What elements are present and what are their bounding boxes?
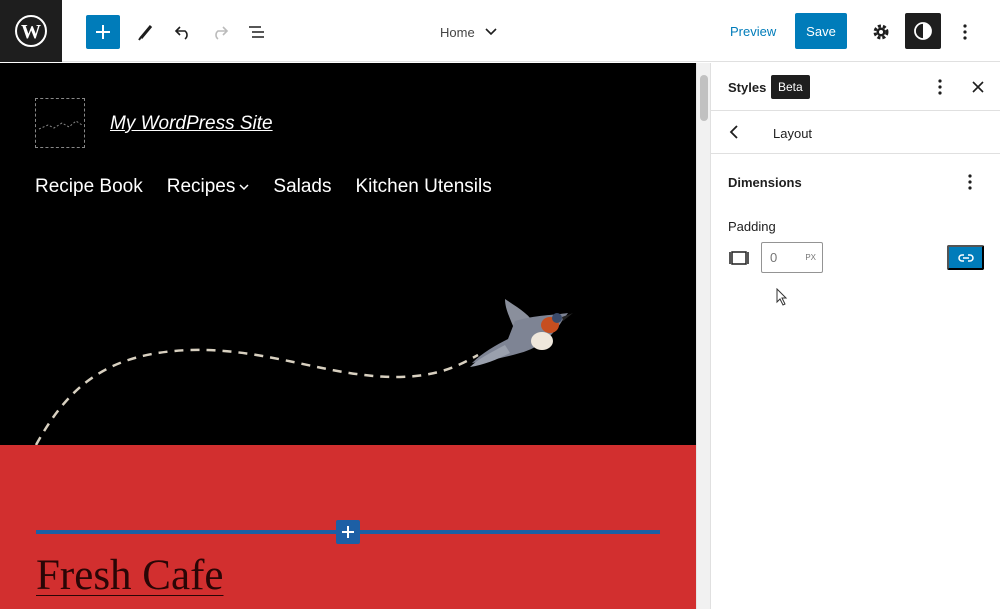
padding-input[interactable]: PX [761, 242, 823, 273]
bird-flight-illustration [34, 299, 573, 445]
content-section-block[interactable]: Fresh Cafe [0, 445, 696, 609]
editor-toolbar: W Home Preview Save [0, 0, 1000, 62]
dimensions-options-button[interactable] [958, 170, 982, 194]
mouse-cursor-icon [776, 288, 788, 306]
link-sides-button[interactable] [947, 245, 984, 270]
padding-sides-icon [729, 251, 749, 265]
back-button[interactable] [722, 120, 746, 144]
bird-icon [470, 299, 573, 367]
sidebar-navigation: Layout [711, 111, 1000, 154]
svg-text:W: W [21, 21, 41, 43]
undo-button[interactable] [166, 15, 200, 49]
dimensions-panel-title: Dimensions [728, 175, 802, 190]
more-vertical-icon [968, 174, 972, 190]
list-view-icon [249, 26, 264, 38]
tools-button[interactable] [129, 15, 163, 49]
site-header-block[interactable]: My WordPress Site Recipe Book Recipes Sa… [0, 63, 696, 445]
save-button[interactable]: Save [795, 13, 847, 49]
padding-unit-select[interactable]: PX [805, 253, 816, 262]
scrollbar-thumb[interactable] [700, 75, 708, 121]
gear-icon [873, 24, 889, 40]
padding-value-field[interactable] [770, 250, 802, 265]
dimensions-panel-header: Dimensions [711, 154, 1000, 209]
styles-options-button[interactable] [928, 75, 952, 99]
canvas-scrollbar[interactable] [696, 63, 710, 609]
sidebar-title: Styles [728, 80, 767, 95]
options-menu-button[interactable] [948, 15, 982, 49]
contrast-icon [914, 22, 932, 40]
more-vertical-icon [938, 79, 942, 95]
wordpress-logo-icon: W [15, 15, 47, 47]
wordpress-logo-button[interactable]: W [0, 0, 62, 62]
link-icon [957, 253, 974, 262]
dashed-flight-path [34, 348, 479, 445]
redo-button[interactable] [203, 15, 237, 49]
sidebar-screen-title: Layout [773, 126, 813, 141]
document-title-dropdown[interactable]: Home [440, 18, 497, 46]
redo-icon [215, 26, 229, 40]
close-sidebar-button[interactable] [966, 75, 990, 99]
sidebar-header: Styles Beta [711, 63, 1000, 111]
styles-sidebar: Styles Beta Layout Dimensions Padding PX [710, 63, 1000, 609]
block-inserter-button[interactable] [86, 15, 120, 49]
settings-button[interactable] [864, 15, 898, 49]
insert-block-button[interactable] [336, 520, 360, 544]
chevron-down-icon [485, 28, 497, 36]
chevron-left-icon [729, 125, 738, 139]
preview-button[interactable]: Preview [722, 18, 784, 46]
list-view-button[interactable] [240, 15, 274, 49]
close-icon [972, 81, 984, 93]
pencil-icon [138, 25, 153, 41]
document-title: Home [440, 24, 475, 40]
beta-badge: Beta [771, 75, 810, 99]
plus-icon [342, 526, 354, 538]
padding-label: Padding [728, 219, 776, 234]
styles-button[interactable] [905, 13, 941, 49]
undo-icon [174, 26, 188, 40]
editor-canvas[interactable]: My WordPress Site Recipe Book Recipes Sa… [0, 63, 696, 609]
more-vertical-icon [963, 24, 967, 40]
plus-icon [96, 25, 110, 39]
page-heading[interactable]: Fresh Cafe [36, 551, 223, 600]
